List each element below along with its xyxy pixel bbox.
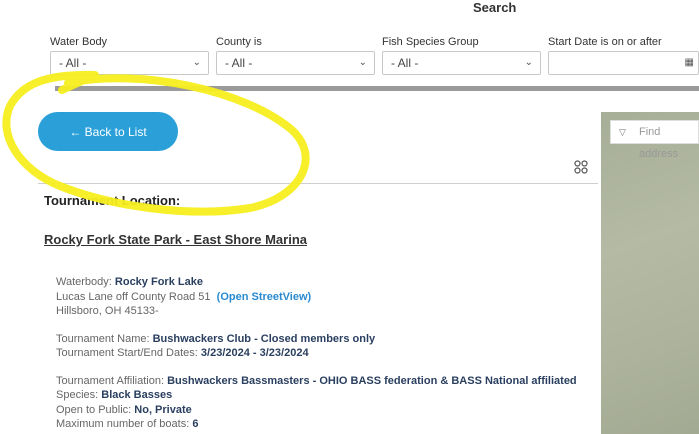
tournament-dates-value: 3/23/2024 - 3/23/2024 xyxy=(200,347,309,359)
county-filter: County is - All - ⌄ xyxy=(216,36,375,75)
water-body-filter: Water Body - All - ⌄ xyxy=(50,36,209,75)
start-date-input[interactable]: ▦ xyxy=(548,51,699,75)
map-search-placeholder: Find address xyxy=(639,126,679,160)
species-row: Species: Black Basses xyxy=(56,389,173,401)
open-streetview-link[interactable]: (Open StreetView) xyxy=(217,291,312,303)
max-boats-row: Maximum number of boats: 6 xyxy=(56,418,199,430)
affiliation-value: Bushwackers Bassmasters - OHIO BASS fede… xyxy=(167,374,577,387)
water-body-label: Water Body xyxy=(50,36,108,48)
calendar-icon[interactable]: ▦ xyxy=(685,52,694,74)
species-label: Fish Species Group xyxy=(382,36,479,48)
tournament-name-row: Tournament Name: Bushwackers Club - Clos… xyxy=(56,332,376,345)
species-value-text: Black Basses xyxy=(101,389,173,401)
city-row: Hillsboro, OH 45133- xyxy=(56,305,159,317)
species-filter: Fish Species Group - All - ⌄ xyxy=(382,36,541,75)
back-to-list-button[interactable]: ← Back to List xyxy=(38,112,178,151)
waterbody-value: Rocky Fork Lake xyxy=(114,276,203,288)
section-divider xyxy=(38,183,598,184)
chevron-down-icon: ⌄ xyxy=(524,57,533,68)
water-body-select[interactable]: - All - ⌄ xyxy=(50,51,209,75)
section-title: Tournament Location: xyxy=(44,193,181,208)
start-date-label: Start Date is on or after xyxy=(548,36,662,48)
water-body-value: - All - xyxy=(59,56,87,70)
waterbody-row: Waterbody: Rocky Fork Lake xyxy=(56,276,203,288)
filter-divider xyxy=(55,86,699,91)
county-value: - All - xyxy=(225,56,253,70)
tournament-dates-row: Tournament Start/End Dates: 3/23/2024 - … xyxy=(56,347,309,359)
species-select[interactable]: - All - ⌄ xyxy=(382,51,541,75)
tournament-name-value: Bushwackers Club - Closed members only xyxy=(152,332,376,345)
search-title: Search xyxy=(473,0,517,15)
county-select[interactable]: - All - ⌄ xyxy=(216,51,375,75)
start-date-filter: Start Date is on or after ▦ xyxy=(548,36,699,75)
county-label: County is xyxy=(216,36,262,48)
location-name: Rocky Fork State Park - East Shore Marin… xyxy=(44,232,307,247)
species-value: - All - xyxy=(391,56,419,70)
grid-view-icon[interactable] xyxy=(574,160,588,174)
dropdown-triangle-icon[interactable]: ▽ xyxy=(619,121,626,143)
street-row: Lucas Lane off County Road 51 (Open Stre… xyxy=(56,290,577,305)
street-address: Lucas Lane off County Road 51 xyxy=(56,290,211,303)
chevron-down-icon: ⌄ xyxy=(192,57,201,68)
map-search-input[interactable]: ▽ Find address xyxy=(610,120,699,160)
open-to-public-value: No, Private xyxy=(134,403,192,416)
affiliation-row: Tournament Affiliation: Bushwackers Bass… xyxy=(56,374,577,387)
tournament-details: Waterbody: Rocky Fork Lake Lucas Lane of… xyxy=(56,275,577,432)
max-boats-value: 6 xyxy=(192,418,199,430)
chevron-down-icon: ⌄ xyxy=(358,57,367,68)
open-to-public-row: Open to Public: No, Private xyxy=(56,403,192,416)
